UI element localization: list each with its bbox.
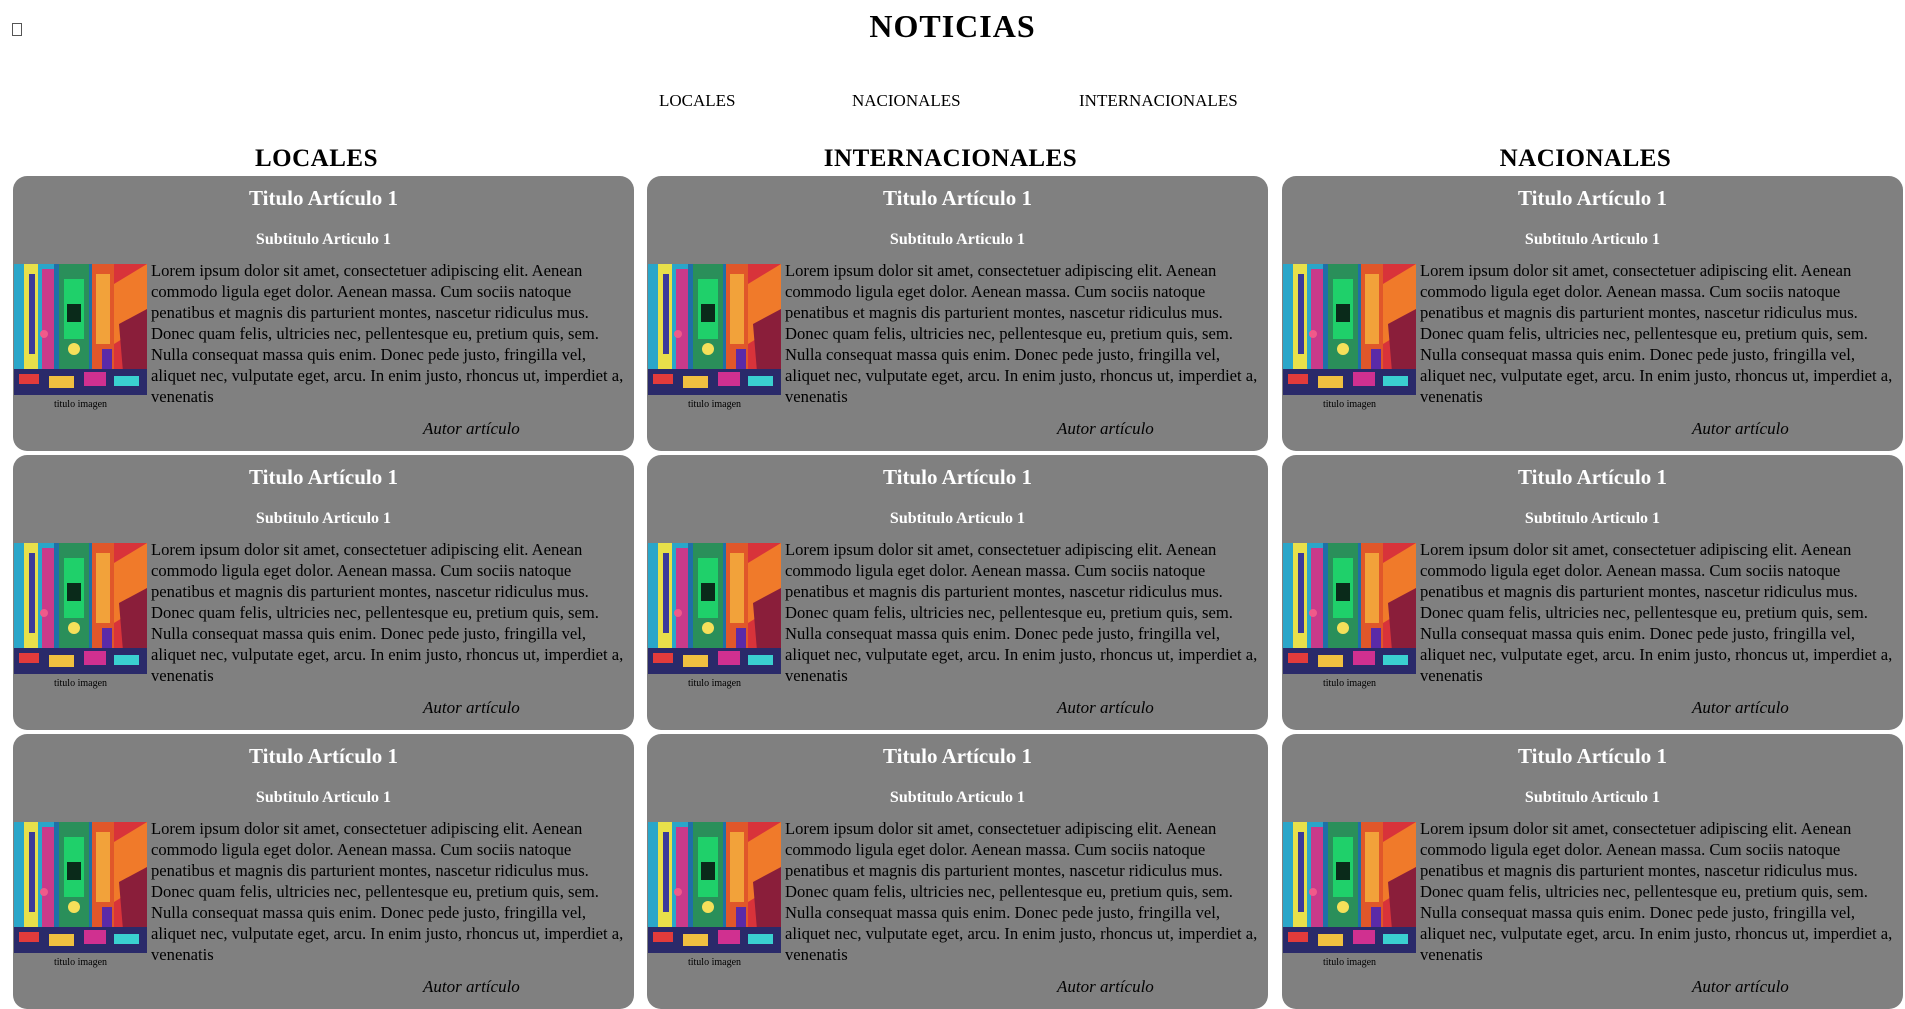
article-body: Lorem ipsum dolor sit amet, consectetuer… (1420, 540, 1893, 685)
article-body: Lorem ipsum dolor sit amet, consectetuer… (1420, 819, 1893, 964)
article-subtitle: Subtitulo Articulo 1 (255, 510, 392, 527)
article-author: Autor artículo (1057, 419, 1154, 438)
image-caption: titulo imagen (1322, 399, 1377, 410)
article-subtitle: Subtitulo Articulo 1 (1524, 789, 1661, 806)
image-caption: titulo imagen (687, 678, 742, 689)
article-image (14, 543, 147, 674)
image-caption: titulo imagen (1322, 957, 1377, 968)
article-body: Lorem ipsum dolor sit amet, consectetuer… (785, 819, 1258, 964)
article-figure: titulo imagen (648, 822, 781, 968)
article-body: Lorem ipsum dolor sit amet, consectetuer… (785, 540, 1258, 685)
article-title: Titulo Artículo 1 (249, 186, 398, 210)
article-card: Titulo Artículo 1 Subtitulo Articulo 1 t… (13, 455, 634, 730)
article-figure: titulo imagen (1283, 264, 1416, 410)
article-author: Autor artículo (1692, 419, 1789, 438)
article-title: Titulo Artículo 1 (883, 186, 1032, 210)
article-author: Autor artículo (1692, 977, 1789, 996)
article-figure: titulo imagen (1283, 543, 1416, 689)
article-subtitle: Subtitulo Articulo 1 (255, 789, 392, 806)
main-nav: LOCALES NACIONALES INTERNACIONALES (0, 91, 1905, 113)
article-title: Titulo Artículo 1 (249, 744, 398, 768)
article-subtitle: Subtitulo Articulo 1 (1524, 510, 1661, 527)
article-author: Autor artículo (423, 419, 520, 438)
article-card: Titulo Artículo 1 Subtitulo Articulo 1 t… (647, 176, 1268, 451)
page-title: NOTICIAS (869, 8, 1036, 44)
article-card: Titulo Artículo 1 Subtitulo Articulo 1 t… (647, 455, 1268, 730)
article-title: Titulo Artículo 1 (883, 465, 1032, 489)
article-card: Titulo Artículo 1 Subtitulo Articulo 1 t… (13, 734, 634, 1009)
image-caption: titulo imagen (53, 678, 108, 689)
article-image (648, 543, 781, 674)
article-body: Lorem ipsum dolor sit amet, consectetuer… (151, 540, 624, 685)
nav-link-locales[interactable]: LOCALES (659, 91, 736, 111)
article-author: Autor artículo (423, 698, 520, 717)
article-title: Titulo Artículo 1 (249, 465, 398, 489)
section-heading-internacionales: INTERNACIONALES (823, 145, 1078, 172)
section-heading-nacionales: NACIONALES (1499, 145, 1672, 172)
article-title: Titulo Artículo 1 (1518, 744, 1667, 768)
section-heading-locales: LOCALES (255, 145, 378, 172)
article-image (14, 822, 147, 953)
article-card: Titulo Artículo 1 Subtitulo Articulo 1 t… (1282, 455, 1903, 730)
article-subtitle: Subtitulo Articulo 1 (255, 231, 392, 248)
article-title: Titulo Artículo 1 (1518, 186, 1667, 210)
article-subtitle: Subtitulo Articulo 1 (1524, 231, 1661, 248)
article-title: Titulo Artículo 1 (883, 744, 1032, 768)
article-body: Lorem ipsum dolor sit amet, consectetuer… (151, 819, 624, 964)
article-image (648, 264, 781, 395)
article-image (1283, 543, 1416, 674)
article-body: Lorem ipsum dolor sit amet, consectetuer… (785, 261, 1258, 406)
image-caption: titulo imagen (53, 957, 108, 968)
article-card: Titulo Artículo 1 Subtitulo Articulo 1 t… (1282, 734, 1903, 1009)
article-card: Titulo Artículo 1 Subtitulo Articulo 1 t… (1282, 176, 1903, 451)
image-caption: titulo imagen (53, 399, 108, 410)
image-caption: titulo imagen (687, 399, 742, 410)
article-body: Lorem ipsum dolor sit amet, consectetuer… (1420, 261, 1893, 406)
article-subtitle: Subtitulo Articulo 1 (889, 789, 1026, 806)
article-subtitle: Subtitulo Articulo 1 (889, 231, 1026, 248)
image-caption: titulo imagen (687, 957, 742, 968)
article-figure: titulo imagen (14, 264, 147, 410)
article-image (14, 264, 147, 395)
article-subtitle: Subtitulo Articulo 1 (889, 510, 1026, 527)
article-figure: titulo imagen (648, 543, 781, 689)
article-author: Autor artículo (1057, 977, 1154, 996)
article-figure: titulo imagen (648, 264, 781, 410)
article-figure: titulo imagen (14, 822, 147, 968)
article-card: Titulo Artículo 1 Subtitulo Articulo 1 t… (647, 734, 1268, 1009)
nav-link-nacionales[interactable]: NACIONALES (852, 91, 961, 111)
article-card: Titulo Artículo 1 Subtitulo Articulo 1 t… (13, 176, 634, 451)
article-image (1283, 264, 1416, 395)
article-title: Titulo Artículo 1 (1518, 465, 1667, 489)
article-figure: titulo imagen (1283, 822, 1416, 968)
article-figure: titulo imagen (14, 543, 147, 689)
article-image (648, 822, 781, 953)
article-author: Autor artículo (1057, 698, 1154, 717)
article-body: Lorem ipsum dolor sit amet, consectetuer… (151, 261, 624, 406)
article-author: Autor artículo (1692, 698, 1789, 717)
image-caption: titulo imagen (1322, 678, 1377, 689)
article-image (1283, 822, 1416, 953)
nav-link-internacionales[interactable]: INTERNACIONALES (1079, 91, 1238, 111)
article-author: Autor artículo (423, 977, 520, 996)
